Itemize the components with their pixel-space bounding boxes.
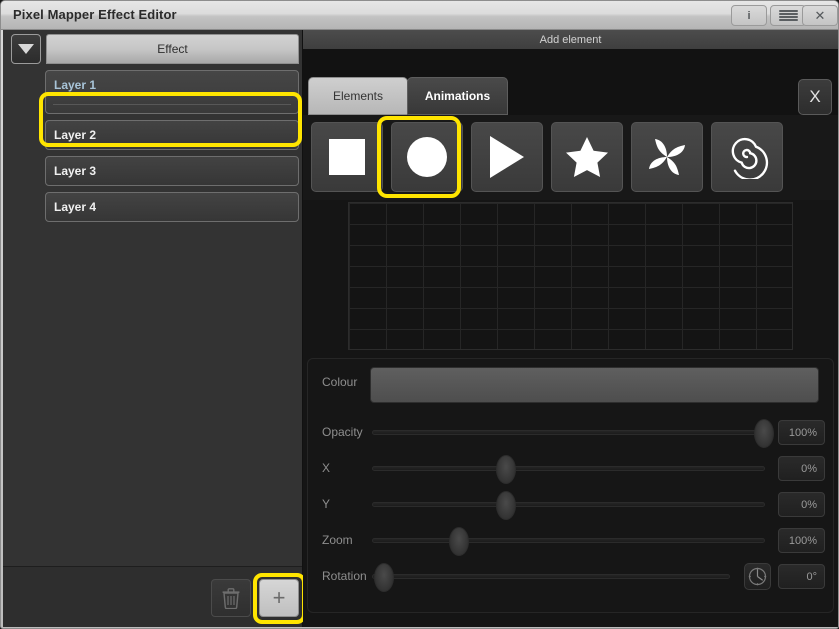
property-row-opacity: Opacity 100% [308,415,835,451]
property-row-colour: Colour [308,365,835,403]
trash-icon [222,587,240,609]
effect-tab-label: Effect [157,42,188,56]
add-element-title: Add element [539,33,602,46]
star-icon [566,137,608,177]
layers-panel: Effect Layer 1 Layer 2 Layer 3 Layer 4 + [3,30,306,627]
zoom-value[interactable]: 100% [778,528,825,553]
delete-layer-button[interactable] [211,579,251,617]
property-row-zoom: Zoom 100% [308,523,835,559]
element-properties: Colour Opacity 100% X 0% Y 0% Zoom 100% … [307,358,834,613]
title-bar: Pixel Mapper Effect Editor i ✕ [1,1,838,30]
tab-label: Elements [332,89,384,103]
element-star-button[interactable] [551,122,623,192]
add-layer-button[interactable]: + [259,579,299,617]
y-slider-handle[interactable] [495,491,516,520]
tab-strip: Elements Animations X [303,49,838,115]
circle-icon [407,137,447,177]
triangle-right-icon [490,136,524,178]
layer-label: Layer 4 [54,200,97,214]
preview-canvas-area [303,200,838,355]
opacity-value[interactable]: 100% [778,420,825,445]
rotation-dial-button[interactable] [744,563,771,590]
info-button[interactable]: i [731,5,767,26]
property-row-x: X 0% [308,451,835,487]
y-value[interactable]: 0% [778,492,825,517]
element-pinwheel-button[interactable] [631,122,703,192]
zoom-slider[interactable] [372,527,765,556]
element-triangle-button[interactable] [471,122,543,192]
square-icon [329,139,365,175]
rotation-slider-handle[interactable] [373,563,394,592]
tab-animations[interactable]: Animations [407,77,508,115]
x-slider[interactable] [372,455,765,484]
layer-label: Layer 3 [54,164,97,178]
property-row-y: Y 0% [308,487,835,523]
close-panel-button[interactable]: X [798,79,832,115]
spiral-icon [731,137,769,179]
window-content: Effect Layer 1 Layer 2 Layer 3 Layer 4 +… [3,30,838,627]
opacity-slider-handle[interactable] [754,419,774,448]
element-square-button[interactable] [311,122,383,192]
add-element-header: Add element [303,30,838,50]
layer-toolbar: + [3,566,306,627]
y-slider[interactable] [372,491,765,520]
info-icon: i [747,9,751,22]
add-element-panel: Add element Elements Animations X Colour… [303,30,838,627]
layer-item-1[interactable]: Layer 1 [45,70,299,114]
hamburger-icon [778,10,798,21]
element-circle-button[interactable] [391,122,463,192]
rotation-slider[interactable] [372,563,730,592]
window-title: Pixel Mapper Effect Editor [13,7,177,22]
layer-label: Layer 1 [54,78,97,92]
effect-dropdown-button[interactable] [11,34,41,64]
close-icon: X [809,87,821,106]
close-icon: ✕ [814,7,826,23]
x-slider-handle[interactable] [495,455,516,484]
rotation-value[interactable]: 0° [778,564,825,589]
layer-item-2[interactable]: Layer 2 [45,120,299,150]
layer-list: Layer 1 Layer 2 Layer 3 Layer 4 [45,70,299,228]
pixel-mapper-window: Pixel Mapper Effect Editor i ✕ Effect La… [0,0,839,629]
layer-item-3[interactable]: Layer 3 [45,156,299,186]
layer-item-4[interactable]: Layer 4 [45,192,299,222]
tab-elements[interactable]: Elements [308,77,408,115]
tab-label: Animations [424,89,491,103]
zoom-slider-handle[interactable] [449,527,470,556]
menu-button[interactable] [770,5,806,26]
element-palette [303,115,838,200]
preview-grid[interactable] [348,202,793,350]
effect-header-row: Effect [11,34,299,64]
layer-label: Layer 2 [54,128,97,142]
plus-icon: + [272,585,286,610]
triangle-down-icon [18,44,34,54]
x-value[interactable]: 0% [778,456,825,481]
colour-swatch[interactable] [370,367,819,403]
effect-tab[interactable]: Effect [46,34,299,64]
dial-clock-icon [748,567,767,586]
element-spiral-button[interactable] [711,122,783,192]
pinwheel-icon [649,139,685,175]
close-window-button[interactable]: ✕ [802,5,838,26]
opacity-slider[interactable] [372,419,774,448]
property-row-rotation: Rotation 0° [308,559,835,595]
